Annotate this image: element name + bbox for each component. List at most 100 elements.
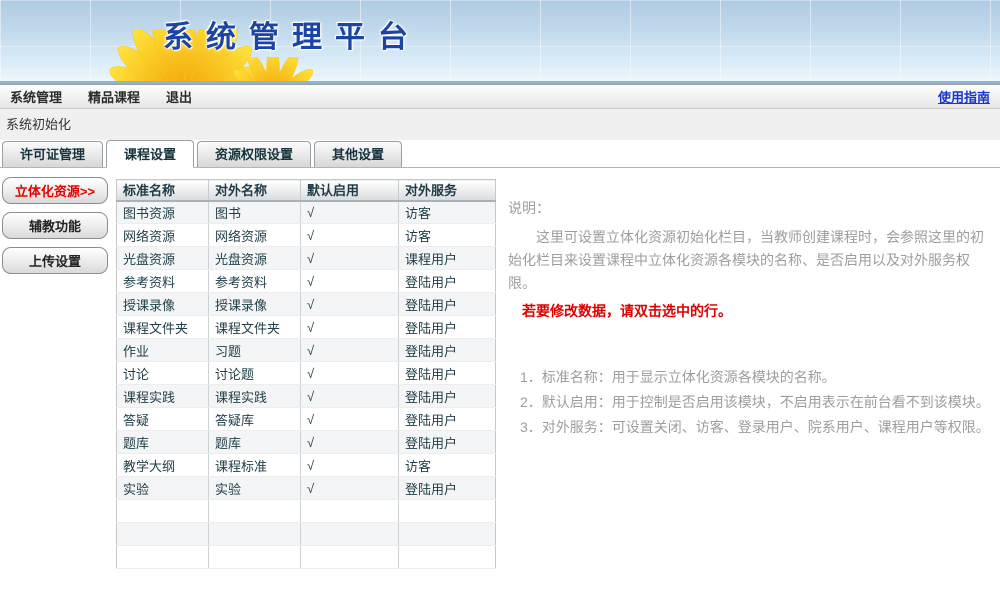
info-note-3: 3．对外服务：可设置关闭、访客、登录用户、院系用户、课程用户等权限。: [508, 415, 990, 440]
menu-bar: 系统管理 精品课程 退出 使用指南: [0, 84, 1000, 109]
table-cell: [399, 500, 496, 523]
tab-resource-permission[interactable]: 资源权限设置: [197, 141, 311, 167]
column-header-standard-name: 标准名称: [117, 180, 209, 201]
table-row[interactable]: 答疑答疑库√登陆用户: [117, 408, 496, 431]
table-cell: [117, 523, 209, 546]
table-cell: √: [301, 454, 399, 477]
table-row[interactable]: [117, 546, 496, 569]
table-cell: [117, 500, 209, 523]
table-cell: 参考资料: [117, 270, 209, 293]
table-cell: 网络资源: [117, 224, 209, 247]
table-cell: 登陆用户: [399, 293, 496, 316]
resource-table-wrap: 标准名称 对外名称 默认启用 对外服务 图书资源图书√访客网络资源网络资源√访客…: [116, 179, 496, 569]
table-cell: 访客: [399, 224, 496, 247]
table-cell: [399, 523, 496, 546]
sunflower-small-icon: [233, 57, 313, 84]
table-cell: 实验: [209, 477, 301, 500]
table-cell: √: [301, 224, 399, 247]
table-cell: √: [301, 431, 399, 454]
page-title: 系统管理平台: [163, 12, 421, 56]
info-notes: 1．标准名称：用于显示立体化资源各模块的名称。 2．默认启用：用于控制是否启用该…: [508, 365, 990, 440]
table-cell: 课程文件夹: [209, 316, 301, 339]
table-cell: [209, 500, 301, 523]
column-header-external-name: 对外名称: [209, 180, 301, 201]
breadcrumb: 系统初始化: [0, 109, 1000, 140]
table-cell: 登陆用户: [399, 477, 496, 500]
table-cell: 课程实践: [209, 385, 301, 408]
table-cell: 参考资料: [209, 270, 301, 293]
table-cell: 光盘资源: [209, 247, 301, 270]
tab-license-manage[interactable]: 许可证管理: [2, 141, 103, 167]
tab-course-settings[interactable]: 课程设置: [106, 140, 194, 168]
table-row[interactable]: 实验实验√登陆用户: [117, 477, 496, 500]
table-row[interactable]: 讨论讨论题√登陆用户: [117, 362, 496, 385]
table-cell: 实验: [117, 477, 209, 500]
sidebar-button-upload-settings[interactable]: 上传设置: [2, 247, 108, 274]
column-header-default-enabled: 默认启用: [301, 180, 399, 201]
sidebar: 立体化资源>> 辅教功能 上传设置: [0, 168, 116, 282]
table-cell: 登陆用户: [399, 408, 496, 431]
tab-strip: 许可证管理 课程设置 资源权限设置 其他设置: [0, 140, 1000, 168]
table-row[interactable]: 参考资料参考资料√登陆用户: [117, 270, 496, 293]
table-cell: √: [301, 477, 399, 500]
table-cell: 题库: [209, 431, 301, 454]
table-row[interactable]: 授课录像授课录像√登陆用户: [117, 293, 496, 316]
table-cell: [301, 500, 399, 523]
sidebar-button-teaching-aid[interactable]: 辅教功能: [2, 212, 108, 239]
table-cell: √: [301, 247, 399, 270]
table-cell: 图书: [209, 201, 301, 224]
main-content: 立体化资源>> 辅教功能 上传设置 标准名称 对外名称 默认启用 对外服务 图书…: [0, 168, 1000, 569]
table-cell: 讨论题: [209, 362, 301, 385]
table-cell: 课程标准: [209, 454, 301, 477]
table-row[interactable]: 题库题库√登陆用户: [117, 431, 496, 454]
table-cell: 登陆用户: [399, 362, 496, 385]
table-cell: 教学大纲: [117, 454, 209, 477]
table-row[interactable]: 网络资源网络资源√访客: [117, 224, 496, 247]
info-title: 说明：: [508, 198, 990, 218]
info-panel: 说明： 这里可设置立体化资源初始化栏目，当教师创建课程时，会参照这里的初始化栏目…: [496, 168, 1000, 440]
table-cell: √: [301, 408, 399, 431]
table-row[interactable]: 教学大纲课程标准√访客: [117, 454, 496, 477]
table-row[interactable]: 光盘资源光盘资源√课程用户: [117, 247, 496, 270]
table-cell: 答疑库: [209, 408, 301, 431]
table-cell: [301, 523, 399, 546]
table-row[interactable]: 图书资源图书√访客: [117, 201, 496, 224]
table-cell: √: [301, 201, 399, 224]
table-cell: 登陆用户: [399, 270, 496, 293]
table-header-row: 标准名称 对外名称 默认启用 对外服务: [117, 180, 496, 201]
table-row[interactable]: [117, 523, 496, 546]
table-cell: 授课录像: [117, 293, 209, 316]
table-cell: √: [301, 362, 399, 385]
resource-table: 标准名称 对外名称 默认启用 对外服务 图书资源图书√访客网络资源网络资源√访客…: [116, 179, 496, 569]
column-header-external-service: 对外服务: [399, 180, 496, 201]
table-cell: 课程实践: [117, 385, 209, 408]
table-cell: [117, 546, 209, 569]
table-cell: 登陆用户: [399, 316, 496, 339]
info-warning: 若要修改数据，请双击选中的行。: [522, 301, 990, 321]
table-cell: √: [301, 270, 399, 293]
table-cell: 课程文件夹: [117, 316, 209, 339]
tab-other-settings[interactable]: 其他设置: [314, 141, 402, 167]
table-cell: 登陆用户: [399, 385, 496, 408]
table-cell: √: [301, 385, 399, 408]
resource-table-body: 图书资源图书√访客网络资源网络资源√访客光盘资源光盘资源√课程用户参考资料参考资…: [117, 201, 496, 569]
menu-item-logout[interactable]: 退出: [166, 87, 192, 106]
table-cell: 授课录像: [209, 293, 301, 316]
table-cell: 讨论: [117, 362, 209, 385]
user-guide-link[interactable]: 使用指南: [938, 87, 990, 106]
table-row[interactable]: 课程文件夹课程文件夹√登陆用户: [117, 316, 496, 339]
table-cell: 访客: [399, 454, 496, 477]
sidebar-button-stereo-resource[interactable]: 立体化资源>>: [2, 177, 108, 204]
info-note-2: 2．默认启用：用于控制是否启用该模块，不启用表示在前台看不到该模块。: [508, 390, 990, 415]
table-cell: 访客: [399, 201, 496, 224]
banner: 系统管理平台: [0, 0, 1000, 84]
table-row[interactable]: 课程实践课程实践√登陆用户: [117, 385, 496, 408]
table-row[interactable]: 作业习题√登陆用户: [117, 339, 496, 362]
menu-item-system-manage[interactable]: 系统管理: [10, 87, 62, 106]
table-cell: 题库: [117, 431, 209, 454]
table-row[interactable]: [117, 500, 496, 523]
menu-item-quality-course[interactable]: 精品课程: [88, 87, 140, 106]
table-cell: [301, 546, 399, 569]
table-cell: 课程用户: [399, 247, 496, 270]
table-cell: √: [301, 293, 399, 316]
